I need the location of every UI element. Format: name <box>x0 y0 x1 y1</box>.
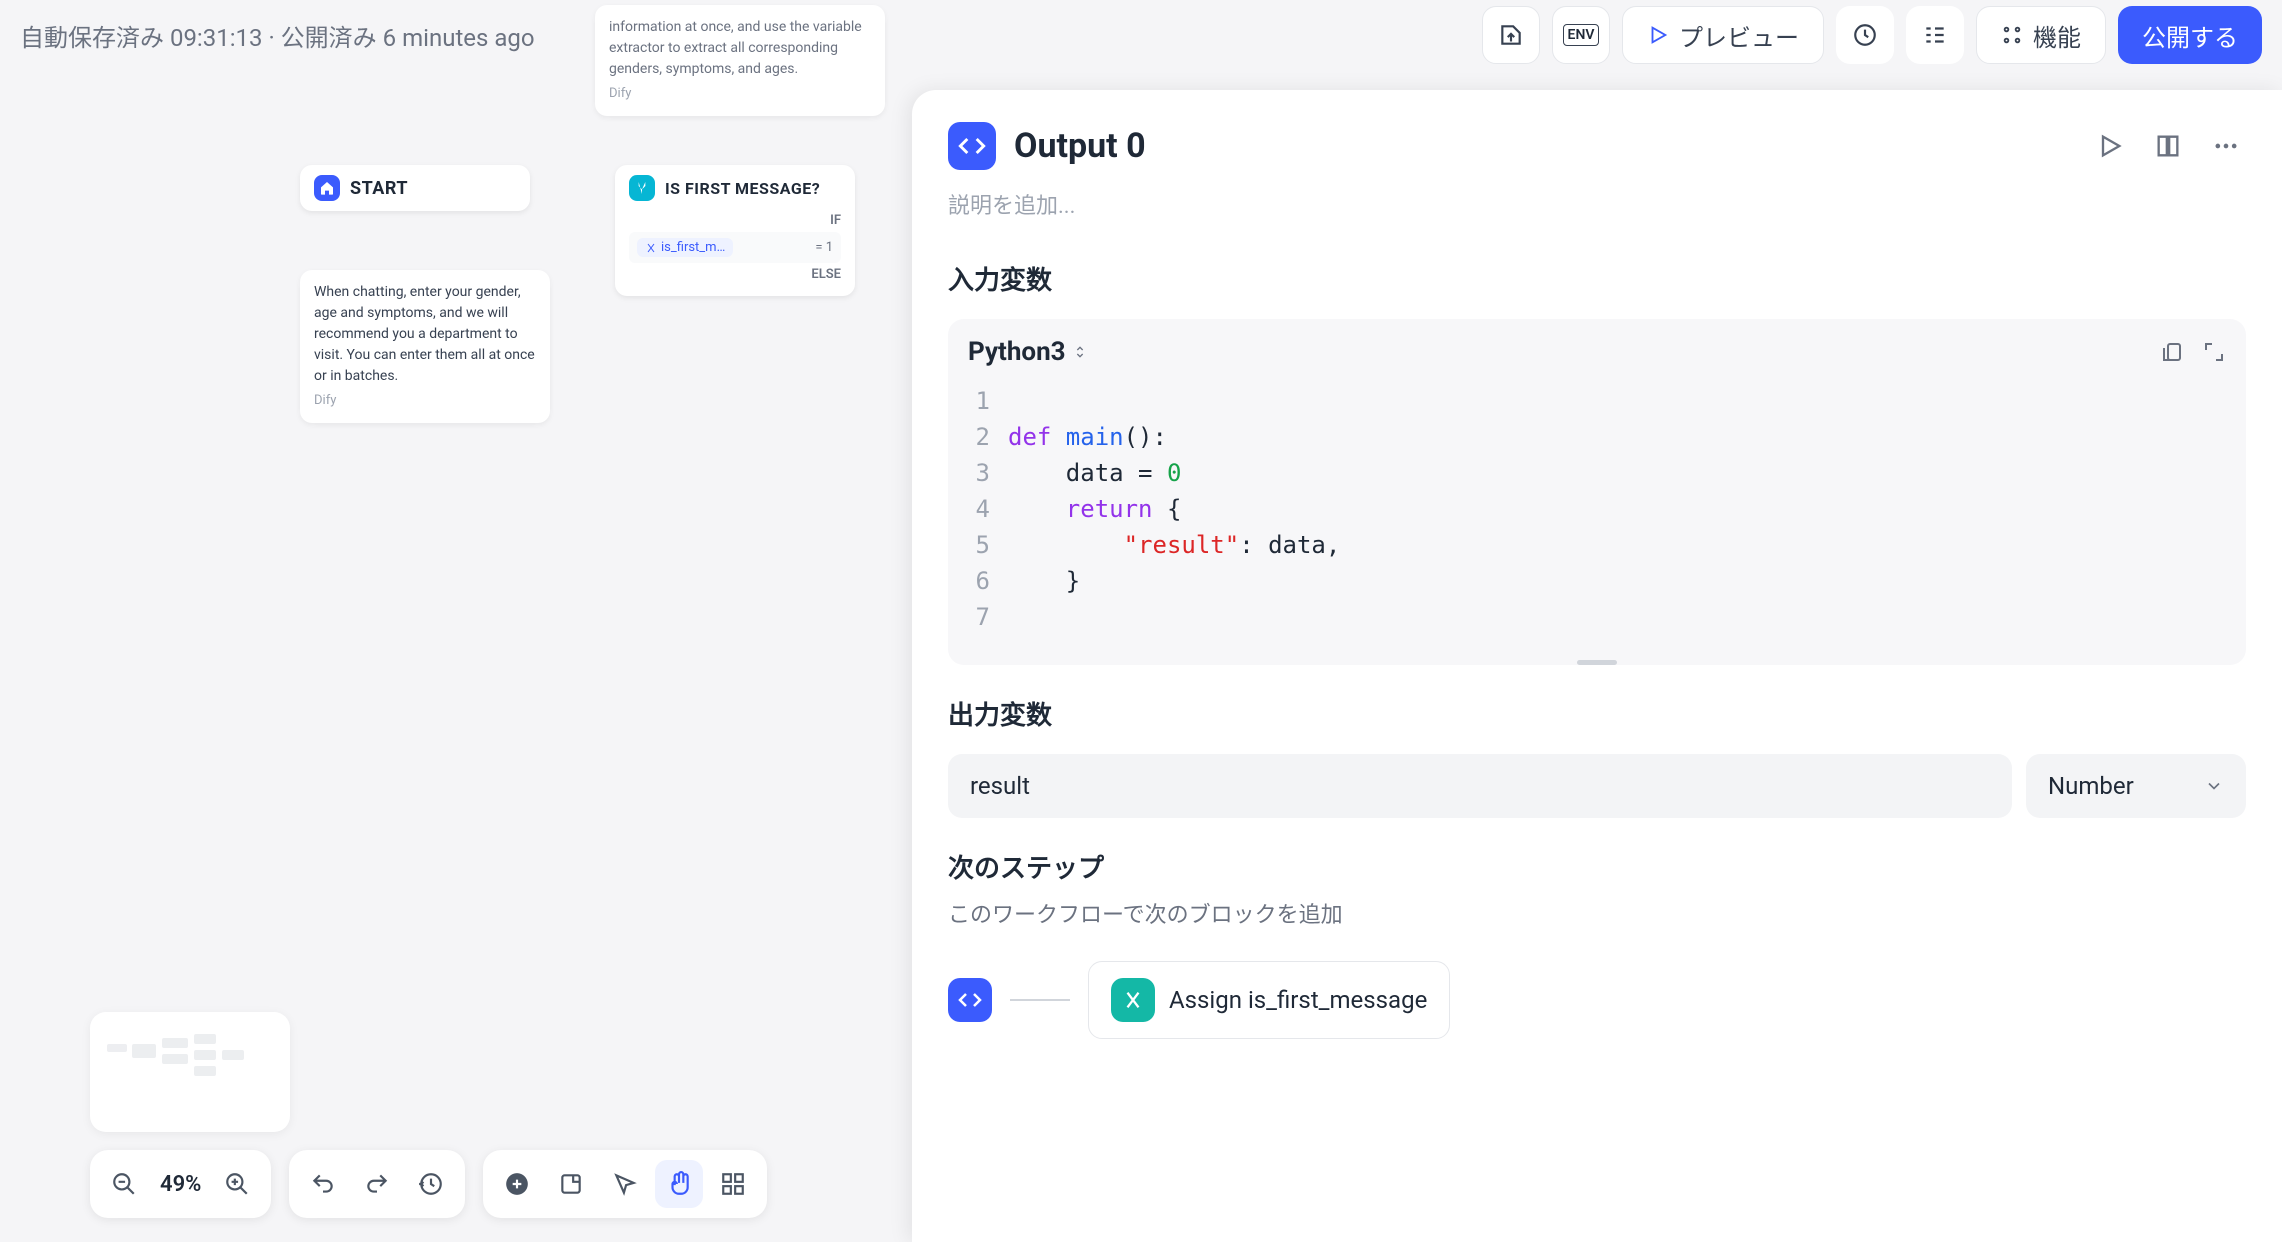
redo-icon <box>364 1171 390 1197</box>
note-button[interactable] <box>547 1160 595 1208</box>
zoom-in-icon <box>224 1171 250 1197</box>
canvas-note-start[interactable]: When chatting, enter your gender, age an… <box>300 270 550 423</box>
zoom-out-button[interactable] <box>100 1160 148 1208</box>
publish-button[interactable]: 公開する <box>2118 6 2262 64</box>
next-step-sub: このワークフローで次のブロックを追加 <box>948 897 2246 929</box>
next-block-label: Assign is_first_message <box>1169 986 1427 1014</box>
preview-button[interactable]: プレビュー <box>1622 6 1824 64</box>
node-start[interactable]: START <box>300 165 530 211</box>
condition-if-label: IF <box>830 213 841 228</box>
history-icon-button[interactable] <box>1836 6 1894 64</box>
history-icon <box>418 1171 444 1197</box>
preview-label: プレビュー <box>1679 18 1799 53</box>
hand-icon <box>666 1171 692 1197</box>
clipboard-icon <box>2160 340 2184 364</box>
topbar-actions: ENV プレビュー 機能 公開する <box>1482 6 2262 64</box>
canvas-note-top[interactable]: information at once, and use the variabl… <box>595 5 885 116</box>
bottom-toolbar: 49% <box>90 1150 767 1218</box>
zoom-in-button[interactable] <box>213 1160 261 1208</box>
note-icon <box>558 1171 584 1197</box>
top-bar: 自動保存済み 09:31:13 · 公開済み 6 minutes ago ENV… <box>0 0 2282 70</box>
node-start-label: START <box>350 178 408 199</box>
more-button[interactable] <box>2206 126 2246 166</box>
undo-button[interactable] <box>299 1160 347 1208</box>
code-icon <box>948 122 996 170</box>
next-block[interactable]: Assign is_first_message <box>1088 961 1450 1039</box>
expand-button[interactable] <box>2202 340 2226 364</box>
note-text: When chatting, enter your gender, age an… <box>314 282 536 387</box>
output-vars-title: 出力変数 <box>948 695 2246 732</box>
docs-button[interactable] <box>2148 126 2188 166</box>
redo-button[interactable] <box>353 1160 401 1208</box>
publish-label: 公開する <box>2142 18 2238 53</box>
features-icon <box>2001 24 2023 46</box>
node-detail-panel: Output 0 説明を追加... 入力変数 Python3 <box>912 90 2282 1242</box>
import-icon-button[interactable] <box>1482 6 1540 64</box>
chevron-updown-icon <box>1072 344 1088 360</box>
panel-title: Output 0 <box>1014 126 1146 166</box>
import-icon <box>1498 22 1524 48</box>
status-text: 自動保存済み 09:31:13 · 公開済み 6 minutes ago <box>20 18 535 53</box>
next-step-title: 次のステップ <box>948 848 2246 885</box>
env-label: ENV <box>1563 24 1600 46</box>
checklist-icon-button[interactable] <box>1906 6 1964 64</box>
hand-tool[interactable] <box>655 1160 703 1208</box>
condition-value: = 1 <box>815 240 833 255</box>
plus-circle-icon <box>504 1171 530 1197</box>
grid-icon <box>720 1171 746 1197</box>
next-step-row: Assign is_first_message <box>948 949 2246 1051</box>
branch-icon <box>629 175 655 201</box>
node-condition-label: IS FIRST MESSAGE? <box>665 179 820 198</box>
code-icon <box>948 978 992 1022</box>
condition-variable: is_first_m… <box>637 238 733 257</box>
home-icon <box>314 175 340 201</box>
minimap[interactable] <box>90 1012 290 1132</box>
organize-button[interactable] <box>709 1160 757 1208</box>
book-icon <box>2154 132 2182 160</box>
code-content[interactable]: 1 2def main(): 3 data = 0 4 return { 5 "… <box>948 375 2246 659</box>
run-button[interactable] <box>2090 126 2130 166</box>
clock-icon <box>1852 22 1878 48</box>
note-author: Dify <box>314 391 536 411</box>
expand-icon <box>2202 340 2226 364</box>
output-var-type-select[interactable]: Number <box>2026 754 2246 818</box>
features-label: 機能 <box>2033 18 2081 53</box>
output-variable-row: result Number <box>948 754 2246 818</box>
chevron-down-icon <box>2204 776 2224 796</box>
cursor-icon <box>612 1171 638 1197</box>
history-button[interactable] <box>407 1160 455 1208</box>
add-node-button[interactable] <box>493 1160 541 1208</box>
env-button[interactable]: ENV <box>1552 6 1610 64</box>
play-icon <box>2096 132 2124 160</box>
undo-icon <box>310 1171 336 1197</box>
zoom-out-icon <box>111 1171 137 1197</box>
assign-icon <box>1111 978 1155 1022</box>
note-text: information at once, and use the variabl… <box>609 17 871 80</box>
output-var-name[interactable]: result <box>948 754 2012 818</box>
history-group <box>289 1150 465 1218</box>
resize-handle[interactable] <box>948 659 2246 665</box>
list-icon <box>1922 22 1948 48</box>
zoom-level[interactable]: 49% <box>154 1172 207 1197</box>
copy-button[interactable] <box>2160 340 2184 364</box>
autosave-status: 自動保存済み 09:31:13 · 公開済み 6 minutes ago <box>20 18 535 53</box>
zoom-group: 49% <box>90 1150 271 1218</box>
condition-else-label: ELSE <box>811 267 841 282</box>
panel-description[interactable]: 説明を追加... <box>948 188 2246 220</box>
input-vars-title: 入力変数 <box>948 260 2246 297</box>
note-author: Dify <box>609 84 871 104</box>
pointer-tool[interactable] <box>601 1160 649 1208</box>
code-editor[interactable]: Python3 1 2def main(): 3 data = 0 4 retu… <box>948 319 2246 665</box>
tools-group <box>483 1150 767 1218</box>
features-button[interactable]: 機能 <box>1976 6 2106 64</box>
more-icon <box>2212 132 2240 160</box>
play-icon <box>1647 24 1669 46</box>
language-selector[interactable]: Python3 <box>968 337 1088 367</box>
node-condition[interactable]: IS FIRST MESSAGE? IF is_first_m… = 1 ELS… <box>615 165 855 296</box>
connector-line <box>1010 999 1070 1001</box>
